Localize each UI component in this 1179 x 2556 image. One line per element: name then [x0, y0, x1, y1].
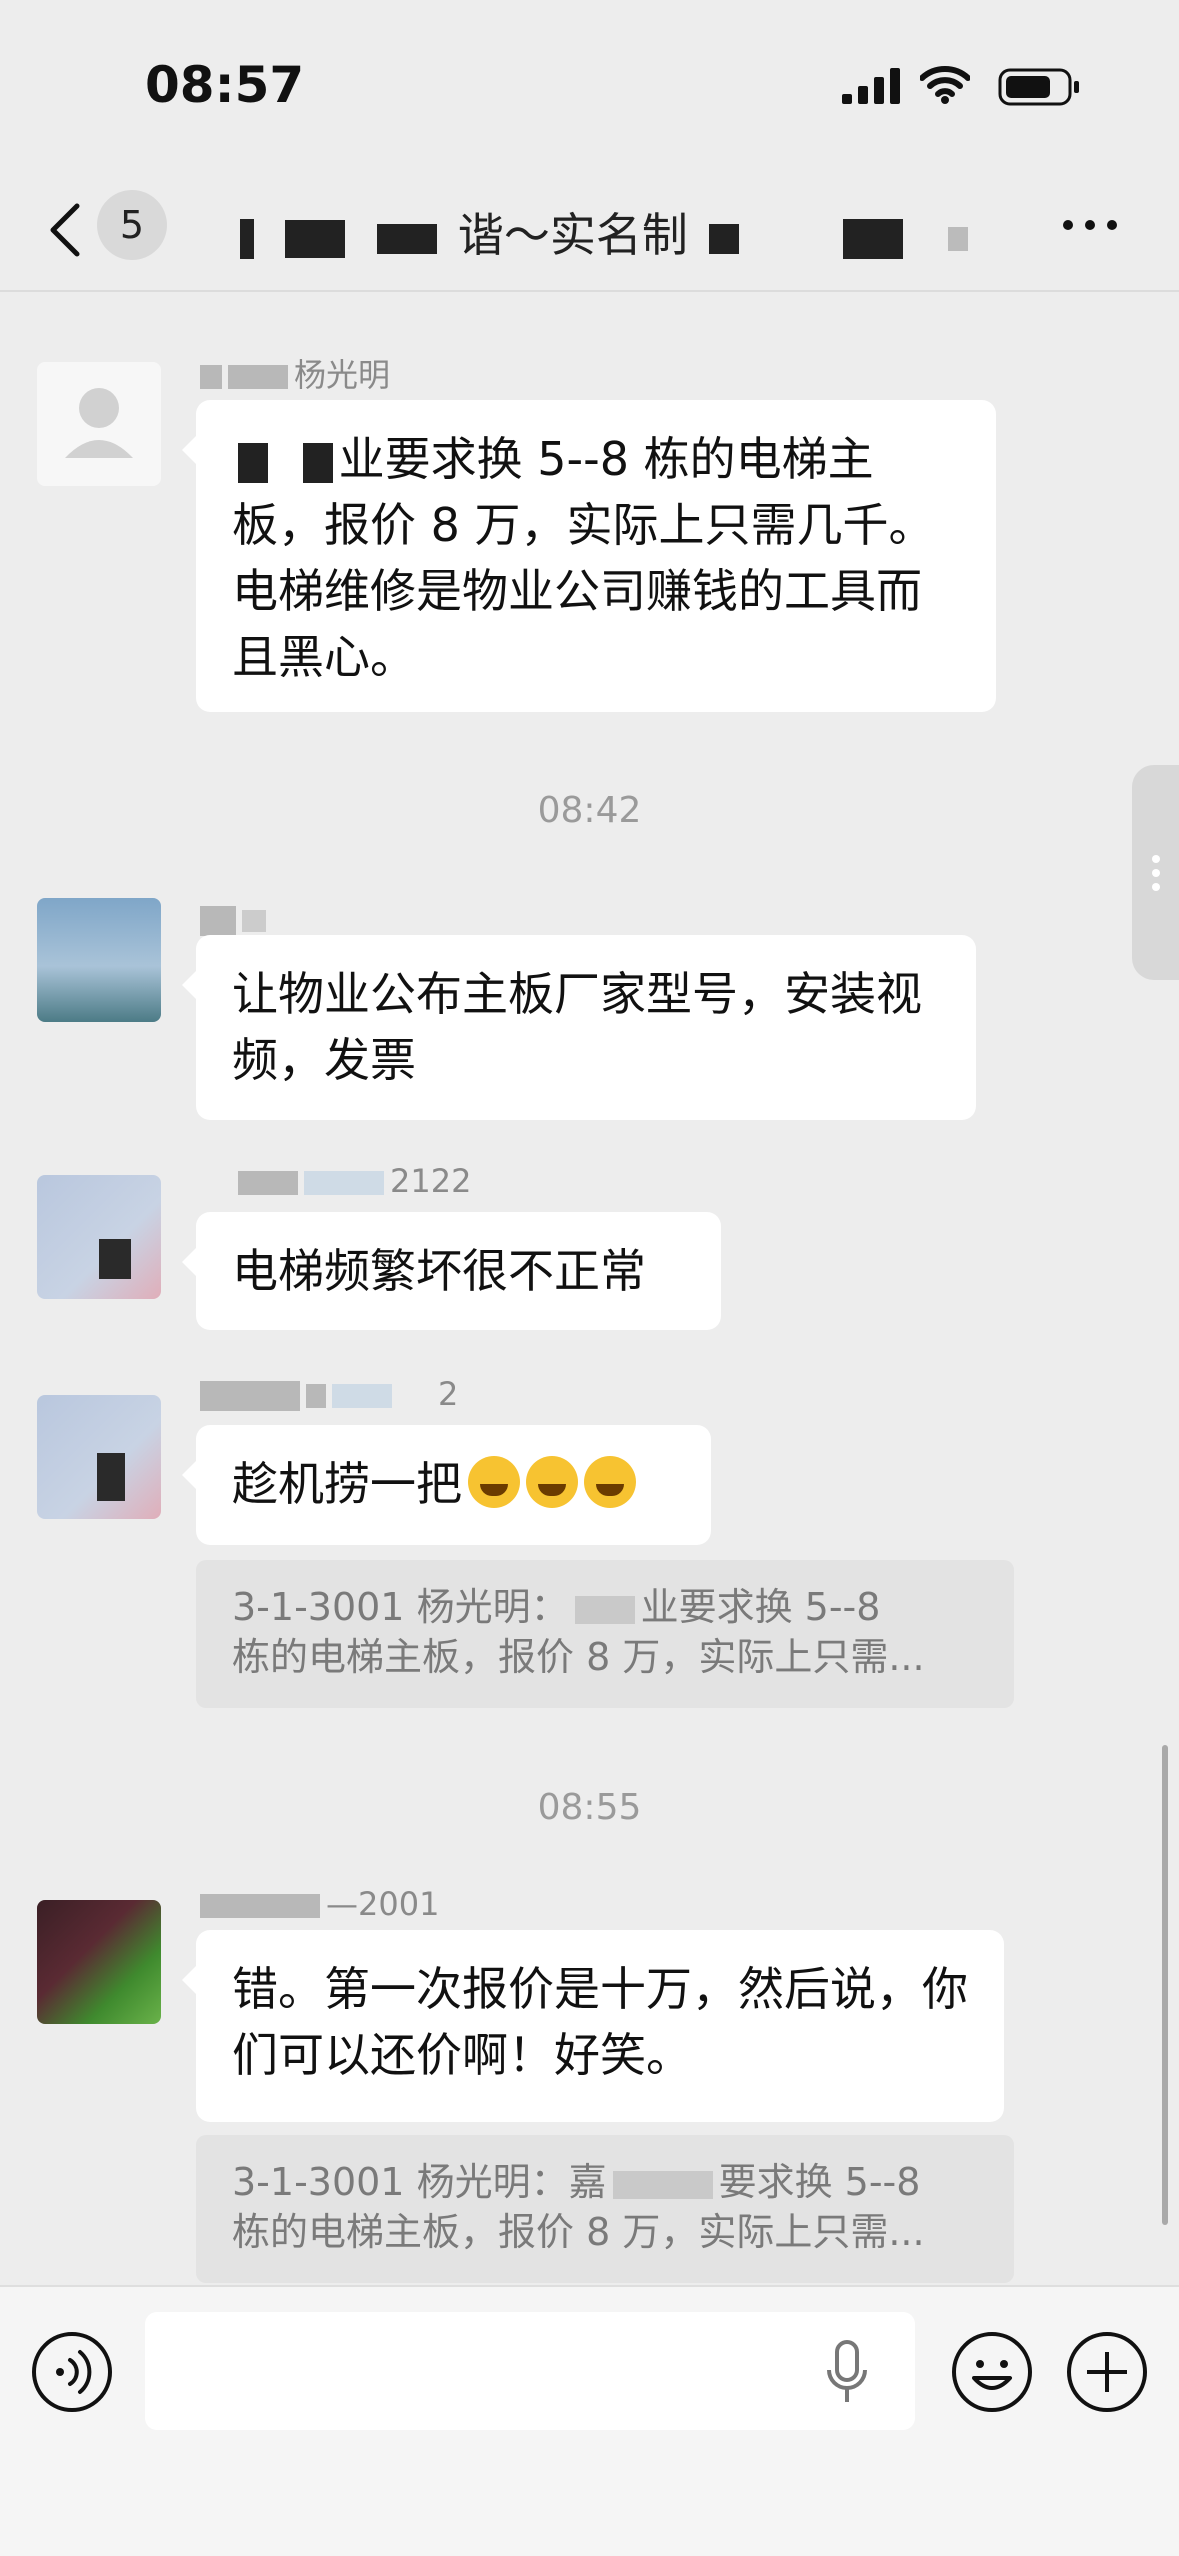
quote-line-2: 栋的电梯主板，报价 8 万，实际上只需... — [232, 1635, 925, 1679]
text-mosaic — [612, 2170, 713, 2199]
chat-title[interactable]: 谐～实名制 — [240, 200, 980, 270]
voice-icon[interactable] — [30, 2330, 114, 2414]
message-text: 错。第一次报价是十万，然后说，你们可以还价啊！好笑。 — [232, 1962, 968, 2082]
sender-name: 2122 — [238, 1162, 471, 1200]
quoted-message[interactable]: 3-1-3001 杨光明： 业要求换 5--8 栋的电梯主板，报价 8 万，实际上… — [196, 1560, 1014, 1708]
nav-divider — [0, 290, 1179, 292]
quote-line-2: 栋的电梯主板，报价 8 万，实际上只需... — [232, 2210, 925, 2254]
message-bubble[interactable]: 让物业公布主板厂家型号，安装视频，发票 — [182, 935, 976, 1120]
name-mosaic — [306, 1384, 326, 1408]
name-mosaic — [228, 365, 288, 389]
sender-name: 杨光明 — [200, 350, 390, 396]
laughing-crying-emoji-icon — [468, 1456, 520, 1508]
avatar-detail — [97, 1453, 125, 1501]
timestamp: 08:55 — [537, 1787, 642, 1828]
message-bubble[interactable]: 电梯频繁坏很不正常 — [182, 1212, 721, 1330]
name-mosaic — [200, 906, 236, 936]
avatar-detail — [99, 1239, 131, 1279]
chat-title-text: 谐～实名制 — [457, 208, 688, 262]
emoji-icon[interactable] — [950, 2330, 1034, 2414]
quote-line-1: 3-1-3001 杨光明：嘉 要求换 5--8 — [232, 2160, 921, 2204]
name-mosaic — [200, 365, 222, 389]
message-text: 电梯频繁坏很不正常 — [232, 1244, 646, 1298]
avatar[interactable] — [37, 362, 161, 486]
plus-icon[interactable] — [1065, 2330, 1149, 2414]
microphone-icon[interactable] — [825, 2340, 869, 2406]
message-text: 趁机捞一把 — [232, 1457, 462, 1511]
title-mosaic — [240, 218, 254, 259]
sender-name — [200, 900, 272, 938]
text-mosaic — [238, 442, 268, 483]
default-avatar-icon — [65, 388, 133, 458]
avatar[interactable] — [37, 1175, 161, 1299]
avatar[interactable] — [37, 898, 161, 1022]
sender-name: 2 — [200, 1375, 458, 1413]
laughing-crying-emoji-icon — [584, 1456, 636, 1508]
name-mosaic — [242, 910, 266, 932]
quote-line-1: 3-1-3001 杨光明： 业要求换 5--8 — [232, 1585, 881, 1629]
laughing-crying-emoji-icon — [526, 1456, 578, 1508]
more-icon[interactable] — [1060, 215, 1120, 235]
wifi-icon — [920, 66, 970, 104]
title-mosaic — [947, 226, 968, 251]
name-mosaic — [200, 1894, 320, 1918]
chevron-left-icon[interactable] — [45, 200, 85, 260]
name-mosaic — [200, 1381, 300, 1411]
name-mosaic — [304, 1171, 384, 1195]
message-bubble[interactable]: 趁机捞一把 — [182, 1425, 711, 1545]
message-input[interactable] — [145, 2312, 915, 2430]
status-bar: 08:57 — [0, 0, 1179, 170]
timestamp: 08:42 — [537, 790, 642, 831]
sender-name: —2001 — [200, 1885, 439, 1923]
message-text: 让物业公布主板厂家型号，安装视频，发票 — [232, 967, 922, 1087]
unread-badge[interactable]: 5 — [97, 190, 167, 260]
name-mosaic — [332, 1384, 392, 1408]
avatar[interactable] — [37, 1395, 161, 1519]
quoted-message[interactable]: 3-1-3001 杨光明：嘉 要求换 5--8 栋的电梯主板，报价 8 万，实际上… — [196, 2135, 1014, 2283]
scrollbar[interactable] — [1162, 1745, 1168, 2225]
cellular-signal-icon — [842, 68, 900, 104]
title-mosaic — [284, 219, 345, 258]
message-text: 业要求换 5--8 栋的电梯主板，报价 8 万，实际上只需几千。电梯维修是物业公… — [232, 432, 935, 684]
text-mosaic — [574, 1595, 635, 1624]
title-mosaic — [843, 218, 904, 259]
battery-icon — [998, 68, 1079, 106]
title-mosaic — [708, 223, 739, 254]
avatar[interactable] — [37, 1900, 161, 2024]
message-bubble[interactable]: 业要求换 5--8 栋的电梯主板，报价 8 万，实际上只需几千。电梯维修是物业公… — [182, 400, 996, 712]
message-bubble[interactable]: 错。第一次报价是十万，然后说，你们可以还价啊！好笑。 — [182, 1930, 1004, 2122]
text-mosaic — [302, 442, 333, 483]
side-drawer-handle[interactable] — [1132, 765, 1179, 980]
name-mosaic — [238, 1171, 298, 1195]
title-mosaic — [377, 223, 438, 254]
status-time: 08:57 — [145, 56, 305, 114]
